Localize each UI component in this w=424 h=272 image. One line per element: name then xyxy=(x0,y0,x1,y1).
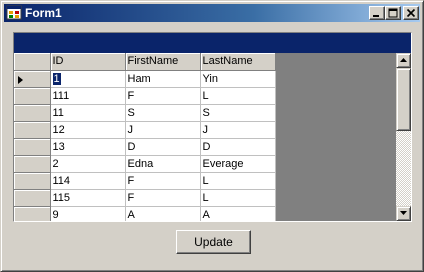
table-row: 9 A A xyxy=(14,206,276,221)
cell-id[interactable]: 13 xyxy=(50,138,126,156)
cell-lastname[interactable]: S xyxy=(200,104,276,122)
table-row: 114 F L xyxy=(14,172,276,190)
cell-id[interactable]: 111 xyxy=(50,87,126,105)
cell-id[interactable]: 114 xyxy=(50,172,126,190)
cell-firstname[interactable]: D xyxy=(125,138,201,156)
scroll-thumb[interactable] xyxy=(396,68,411,131)
cell-lastname[interactable]: L xyxy=(200,189,276,207)
data-grid[interactable]: ID FirstName LastName 1 Ham Yin 111 F L … xyxy=(13,32,412,222)
grid-caption-bar xyxy=(14,33,411,53)
cell-firstname[interactable]: J xyxy=(125,121,201,139)
scroll-up-arrow-icon xyxy=(400,58,407,62)
cell-lastname[interactable]: A xyxy=(200,206,276,221)
window-title: Form1 xyxy=(25,6,62,20)
close-button[interactable] xyxy=(403,6,419,20)
table-row: 111 F L xyxy=(14,87,276,105)
scroll-down-arrow-icon xyxy=(400,211,407,215)
update-button[interactable]: Update xyxy=(176,230,251,254)
cell-lastname[interactable]: Everage xyxy=(200,155,276,173)
minimize-button[interactable] xyxy=(369,6,385,20)
row-pointer-icon xyxy=(18,75,23,84)
table-row: 1 Ham Yin xyxy=(14,70,276,88)
cell-id[interactable]: 1 xyxy=(50,70,126,88)
data-table: ID FirstName LastName 1 Ham Yin 111 F L … xyxy=(14,53,276,221)
cell-firstname[interactable]: A xyxy=(125,206,201,221)
table-row: 115 F L xyxy=(14,189,276,207)
scroll-up-button[interactable] xyxy=(396,53,411,68)
minimize-icon xyxy=(373,15,379,17)
form1-window: Form1 ID FirstName LastName 1 Ham Yin 11… xyxy=(0,0,424,272)
form-app-icon[interactable] xyxy=(6,5,22,21)
cell-firstname[interactable]: S xyxy=(125,104,201,122)
cell-id[interactable]: 12 xyxy=(50,121,126,139)
table-row: 12 J J xyxy=(14,121,276,139)
row-header[interactable] xyxy=(14,121,51,139)
column-header-lastname[interactable]: LastName xyxy=(200,53,276,71)
cell-id[interactable]: 9 xyxy=(50,206,126,221)
cell-lastname[interactable]: L xyxy=(200,172,276,190)
cell-id[interactable]: 2 xyxy=(50,155,126,173)
cell-lastname[interactable]: J xyxy=(200,121,276,139)
title-bar[interactable]: Form1 xyxy=(4,4,420,22)
table-row: 2 Edna Everage xyxy=(14,155,276,173)
cell-id[interactable]: 11 xyxy=(50,104,126,122)
table-row: 13 D D xyxy=(14,138,276,156)
row-header[interactable] xyxy=(14,155,51,173)
corner-header[interactable] xyxy=(14,53,51,71)
scroll-down-button[interactable] xyxy=(396,206,411,221)
row-header[interactable] xyxy=(14,70,51,88)
table-row: 11 S S xyxy=(14,104,276,122)
cell-firstname[interactable]: Edna xyxy=(125,155,201,173)
close-icon xyxy=(406,8,416,18)
maximize-icon xyxy=(388,8,398,18)
vertical-scrollbar[interactable] xyxy=(396,53,411,221)
cell-firstname[interactable]: F xyxy=(125,172,201,190)
cell-lastname[interactable]: D xyxy=(200,138,276,156)
cell-id[interactable]: 115 xyxy=(50,189,126,207)
column-header-firstname[interactable]: FirstName xyxy=(125,53,201,71)
row-header[interactable] xyxy=(14,87,51,105)
maximize-button[interactable] xyxy=(385,6,401,20)
current-cell-value[interactable]: 1 xyxy=(51,71,62,86)
header-row: ID FirstName LastName xyxy=(14,53,276,71)
cell-firstname[interactable]: F xyxy=(125,189,201,207)
grid-body: ID FirstName LastName 1 Ham Yin 111 F L … xyxy=(14,53,396,221)
row-header[interactable] xyxy=(14,206,51,221)
cell-firstname[interactable]: Ham xyxy=(125,70,201,88)
column-header-id[interactable]: ID xyxy=(50,53,126,71)
row-header[interactable] xyxy=(14,172,51,190)
cell-lastname[interactable]: L xyxy=(200,87,276,105)
cell-firstname[interactable]: F xyxy=(125,87,201,105)
row-header[interactable] xyxy=(14,138,51,156)
cell-lastname[interactable]: Yin xyxy=(200,70,276,88)
row-header[interactable] xyxy=(14,104,51,122)
row-header[interactable] xyxy=(14,189,51,207)
